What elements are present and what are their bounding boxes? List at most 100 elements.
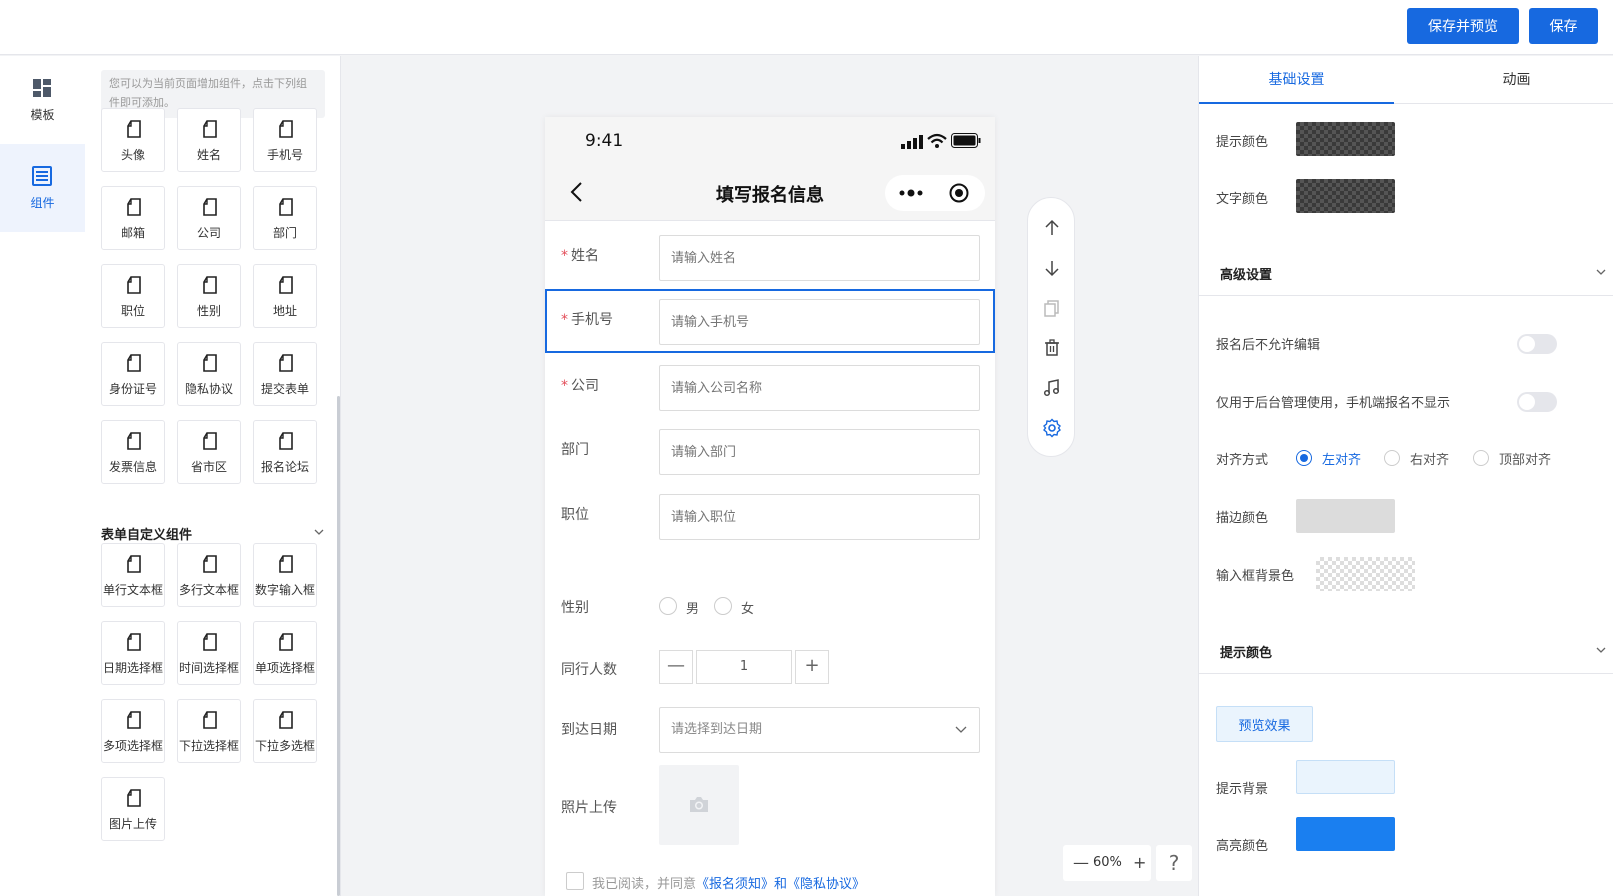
component-label: 下拉选择框 [178, 739, 239, 753]
field-label: 性别 [561, 600, 589, 616]
rail-item-component[interactable]: 组件 [0, 144, 85, 232]
arrow-down-icon[interactable] [1042, 258, 1062, 278]
required-mark: * [561, 378, 568, 394]
close-target-icon[interactable] [949, 183, 969, 203]
component-item[interactable]: 时间选择框 [177, 621, 241, 685]
component-icon [127, 120, 141, 138]
field-input[interactable] [659, 429, 980, 475]
align-right-radio[interactable] [1384, 450, 1400, 466]
component-item[interactable]: 单行文本框 [101, 543, 165, 607]
component-item[interactable]: 省市区 [177, 420, 241, 484]
component-item[interactable]: 下拉选择框 [177, 699, 241, 763]
help-button[interactable]: ? [1156, 845, 1192, 881]
component-item[interactable]: 职位 [101, 264, 165, 328]
component-item[interactable]: 性别 [177, 264, 241, 328]
no-edit-toggle[interactable] [1517, 334, 1557, 354]
photo-upload-box[interactable] [659, 765, 739, 845]
save-button[interactable]: 保存 [1529, 8, 1598, 44]
save-and-preview-button[interactable]: 保存并预览 [1407, 8, 1519, 44]
component-item[interactable]: 多项选择框 [101, 699, 165, 763]
text-color-swatch[interactable] [1296, 179, 1395, 213]
gender-radio-male[interactable] [659, 597, 677, 615]
arrow-up-icon[interactable] [1042, 218, 1062, 238]
component-item[interactable]: 下拉多选框 [253, 699, 317, 763]
component-item[interactable]: 地址 [253, 264, 317, 328]
stepper-plus-button[interactable]: + [795, 650, 829, 684]
align-left-radio[interactable] [1296, 450, 1312, 466]
component-item[interactable]: 身份证号 [101, 342, 165, 406]
component-item[interactable]: 提交表单 [253, 342, 317, 406]
component-label: 日期选择框 [102, 661, 163, 675]
component-label: 单项选择框 [254, 661, 315, 675]
agree-text: 我已阅读，并同意《报名须知》和《隐私协议》 [592, 873, 865, 892]
component-label: 隐私协议 [184, 382, 233, 396]
field-input[interactable] [659, 235, 980, 281]
component-item[interactable]: 报名论坛 [253, 420, 317, 484]
gender-label-male: 男 [686, 602, 700, 617]
component-item[interactable]: 部门 [253, 186, 317, 250]
component-item[interactable]: 多行文本框 [177, 543, 241, 607]
advanced-section-header[interactable]: 高级设置 [1199, 248, 1613, 296]
component-item[interactable]: 手机号 [253, 108, 317, 172]
component-icon [203, 633, 217, 651]
hint-section-header[interactable]: 提示颜色 [1199, 626, 1613, 674]
admin-only-label: 仅用于后台管理使用，手机端报名不显示 [1216, 396, 1451, 411]
component-label: 多行文本框 [178, 583, 239, 597]
zoom-in-button[interactable]: + [1133, 853, 1146, 872]
tab-basic-settings[interactable]: 基础设置 [1199, 56, 1394, 104]
align-top-radio[interactable] [1473, 450, 1489, 466]
hint-bg-swatch[interactable] [1296, 760, 1395, 794]
component-label: 报名论坛 [260, 460, 309, 474]
arrival-date-select[interactable]: 请选择到达日期 [659, 707, 980, 753]
chevron-down-icon [1596, 269, 1606, 275]
input-bg-swatch[interactable] [1316, 557, 1415, 591]
delete-icon[interactable] [1042, 338, 1062, 358]
field-input[interactable] [659, 365, 980, 411]
agree-checkbox[interactable] [566, 872, 584, 890]
rail-item-template[interactable]: 模板 [0, 56, 85, 144]
component-label: 下拉多选框 [254, 739, 315, 753]
zoom-out-button[interactable]: — [1073, 853, 1089, 872]
form-field-row: 职位 [545, 484, 995, 544]
border-color-swatch[interactable] [1296, 499, 1395, 533]
field-toolbar [1027, 197, 1075, 457]
component-item[interactable]: 单项选择框 [253, 621, 317, 685]
tab-animation[interactable]: 动画 [1419, 56, 1613, 104]
panel-scrollbar[interactable] [337, 396, 340, 896]
stepper-value[interactable]: 1 [696, 650, 792, 684]
component-item[interactable]: 日期选择框 [101, 621, 165, 685]
music-icon[interactable] [1042, 378, 1062, 398]
component-item[interactable]: 图片上传 [101, 777, 165, 841]
notice-link[interactable]: 《报名须知》 [696, 877, 774, 892]
zoom-control: — 60% + [1063, 845, 1151, 881]
chevron-down-icon[interactable] [313, 526, 325, 538]
field-input[interactable] [659, 494, 980, 540]
component-item[interactable]: 隐私协议 [177, 342, 241, 406]
component-item[interactable]: 发票信息 [101, 420, 165, 484]
custom-section-title: 表单自定义组件 [101, 528, 193, 543]
copy-icon[interactable] [1042, 298, 1062, 318]
component-icon [32, 166, 52, 186]
preview-effect-button[interactable]: 预览效果 [1216, 706, 1313, 742]
form-field-row: * 姓名 [545, 225, 995, 285]
component-item[interactable]: 邮箱 [101, 186, 165, 250]
component-label: 地址 [272, 304, 297, 318]
gender-radio-female[interactable] [714, 597, 732, 615]
component-item[interactable]: 数字输入框 [253, 543, 317, 607]
component-label: 图片上传 [108, 817, 157, 831]
component-item[interactable]: 公司 [177, 186, 241, 250]
hint-color-swatch[interactable] [1296, 122, 1395, 156]
component-item[interactable]: 姓名 [177, 108, 241, 172]
admin-only-toggle[interactable] [1517, 392, 1557, 412]
component-label: 部门 [272, 226, 297, 240]
component-icon [279, 711, 293, 729]
highlight-color-swatch[interactable] [1296, 817, 1395, 851]
privacy-link[interactable]: 《隐私协议》 [787, 877, 865, 892]
required-mark: * [561, 248, 568, 264]
gear-icon[interactable] [1042, 418, 1062, 438]
more-icon[interactable] [899, 187, 923, 199]
stepper-minus-button[interactable]: — [659, 650, 693, 684]
component-item[interactable]: 头像 [101, 108, 165, 172]
component-label: 职位 [120, 304, 145, 318]
top-bar: 保存并预览 保存 [0, 0, 1613, 55]
